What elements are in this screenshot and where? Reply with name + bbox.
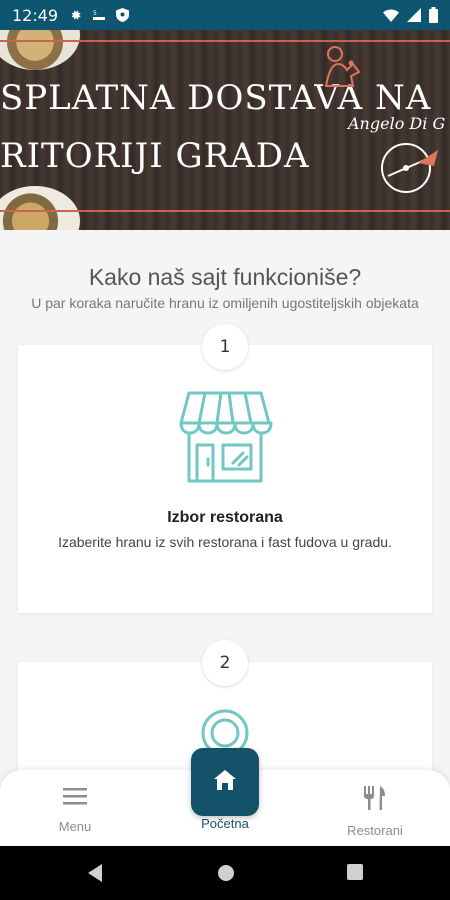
- food-image: [0, 30, 80, 70]
- gear-icon: [68, 8, 82, 22]
- section-title: Kako naš sajt funkcioniše?: [88, 264, 362, 290]
- shield-icon: [116, 8, 130, 22]
- nav-menu-button[interactable]: Menu: [0, 770, 150, 846]
- step-number-badge: 2: [202, 640, 248, 686]
- home-fab[interactable]: [191, 748, 259, 816]
- svg-text:5: 5: [93, 10, 97, 17]
- banner-divider: [0, 210, 450, 212]
- step-description: Izaberite hranu iz svih restorana i fast…: [58, 534, 392, 550]
- home-circle-icon[interactable]: [216, 863, 236, 888]
- status-bar: 12:49 5: [0, 0, 450, 30]
- nav-home-button[interactable]: Početna: [150, 748, 300, 846]
- hamburger-menu-icon: [63, 786, 87, 811]
- banner-divider: [0, 40, 450, 42]
- banner-headline: RITORIJI GRADA: [0, 136, 310, 176]
- system-navigation-bar: [0, 846, 450, 900]
- nav-home-label: Početna: [201, 816, 249, 831]
- food-image: [0, 186, 80, 230]
- battery-icon: [429, 7, 438, 23]
- sim-icon: 5: [92, 8, 106, 22]
- signal-icon: [407, 8, 421, 22]
- home-icon: [214, 769, 236, 795]
- nav-restaurants-label: Restorani: [347, 823, 403, 838]
- chef-icon: [318, 42, 368, 95]
- wifi-icon: [383, 8, 399, 22]
- status-time: 12:49: [12, 5, 59, 25]
- bottom-navigation: Menu Početna Restorani: [0, 748, 450, 846]
- step-title: Izbor restorana: [167, 509, 283, 526]
- promo-banner: SPLATNA DOSTAVA NA RITORIJI GRADA Angelo…: [0, 30, 450, 230]
- recents-icon[interactable]: [346, 863, 364, 886]
- nav-menu-label: Menu: [58, 819, 92, 834]
- compass-icon: [376, 136, 442, 201]
- step-card: Izbor restorana Izaberite hranu iz svih …: [18, 345, 432, 613]
- step-number-badge: 1: [202, 324, 248, 370]
- nav-restaurants-button[interactable]: Restorani: [300, 770, 450, 846]
- fork-knife-icon: [362, 786, 388, 815]
- brand-logo-text: Angelo Di G: [348, 114, 446, 133]
- storefront-icon: [177, 387, 273, 490]
- back-icon[interactable]: [86, 863, 104, 888]
